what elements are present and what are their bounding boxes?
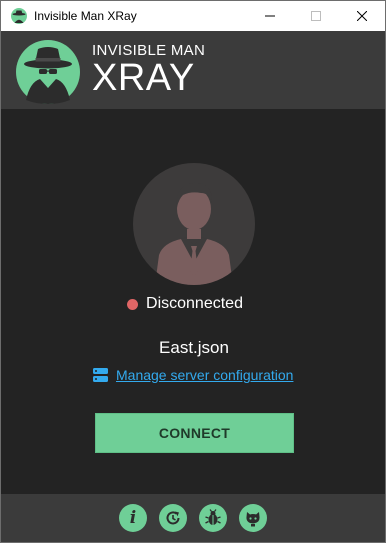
maximize-icon	[311, 11, 321, 21]
footer-toolbar: i	[0, 494, 386, 543]
manage-server-link-label[interactable]: Manage server configuration	[116, 367, 293, 383]
github-button[interactable]	[239, 504, 267, 532]
close-icon	[357, 11, 367, 21]
config-name: East.json	[159, 338, 229, 357]
user-silhouette-icon	[155, 182, 233, 285]
minimize-button[interactable]	[247, 1, 293, 31]
brand: INVISIBLE MAN XRAY	[92, 43, 205, 99]
github-icon	[246, 512, 260, 527]
status-indicator-icon	[127, 298, 139, 310]
window-controls	[247, 1, 385, 31]
brand-title: XRAY	[92, 57, 195, 99]
update-button[interactable]	[159, 504, 187, 532]
manage-server-link[interactable]: Manage server configuration	[93, 365, 293, 385]
avatar	[133, 163, 255, 285]
close-button[interactable]	[339, 1, 385, 31]
update-icon	[166, 511, 180, 525]
app-header: INVISIBLE MAN XRAY	[0, 31, 386, 109]
info-button[interactable]: i	[119, 504, 147, 532]
minimize-icon	[265, 15, 275, 17]
maximize-button[interactable]	[293, 1, 339, 31]
connect-button[interactable]: CONNECT	[95, 413, 294, 453]
bug-report-button[interactable]	[199, 504, 227, 532]
server-icon	[93, 368, 108, 382]
status-label: Disconnected	[146, 295, 243, 312]
invisible-man-icon	[16, 40, 80, 104]
window-titlebar: Invisible Man XRay	[0, 0, 386, 31]
bug-report-icon	[205, 509, 221, 525]
main-content: Disconnected East.json Manage server con…	[0, 109, 386, 494]
app-icon	[11, 8, 27, 24]
connection-status: Disconnected	[1, 295, 386, 313]
window-title: Invisible Man XRay	[34, 9, 137, 23]
info-icon: i	[129, 507, 137, 528]
